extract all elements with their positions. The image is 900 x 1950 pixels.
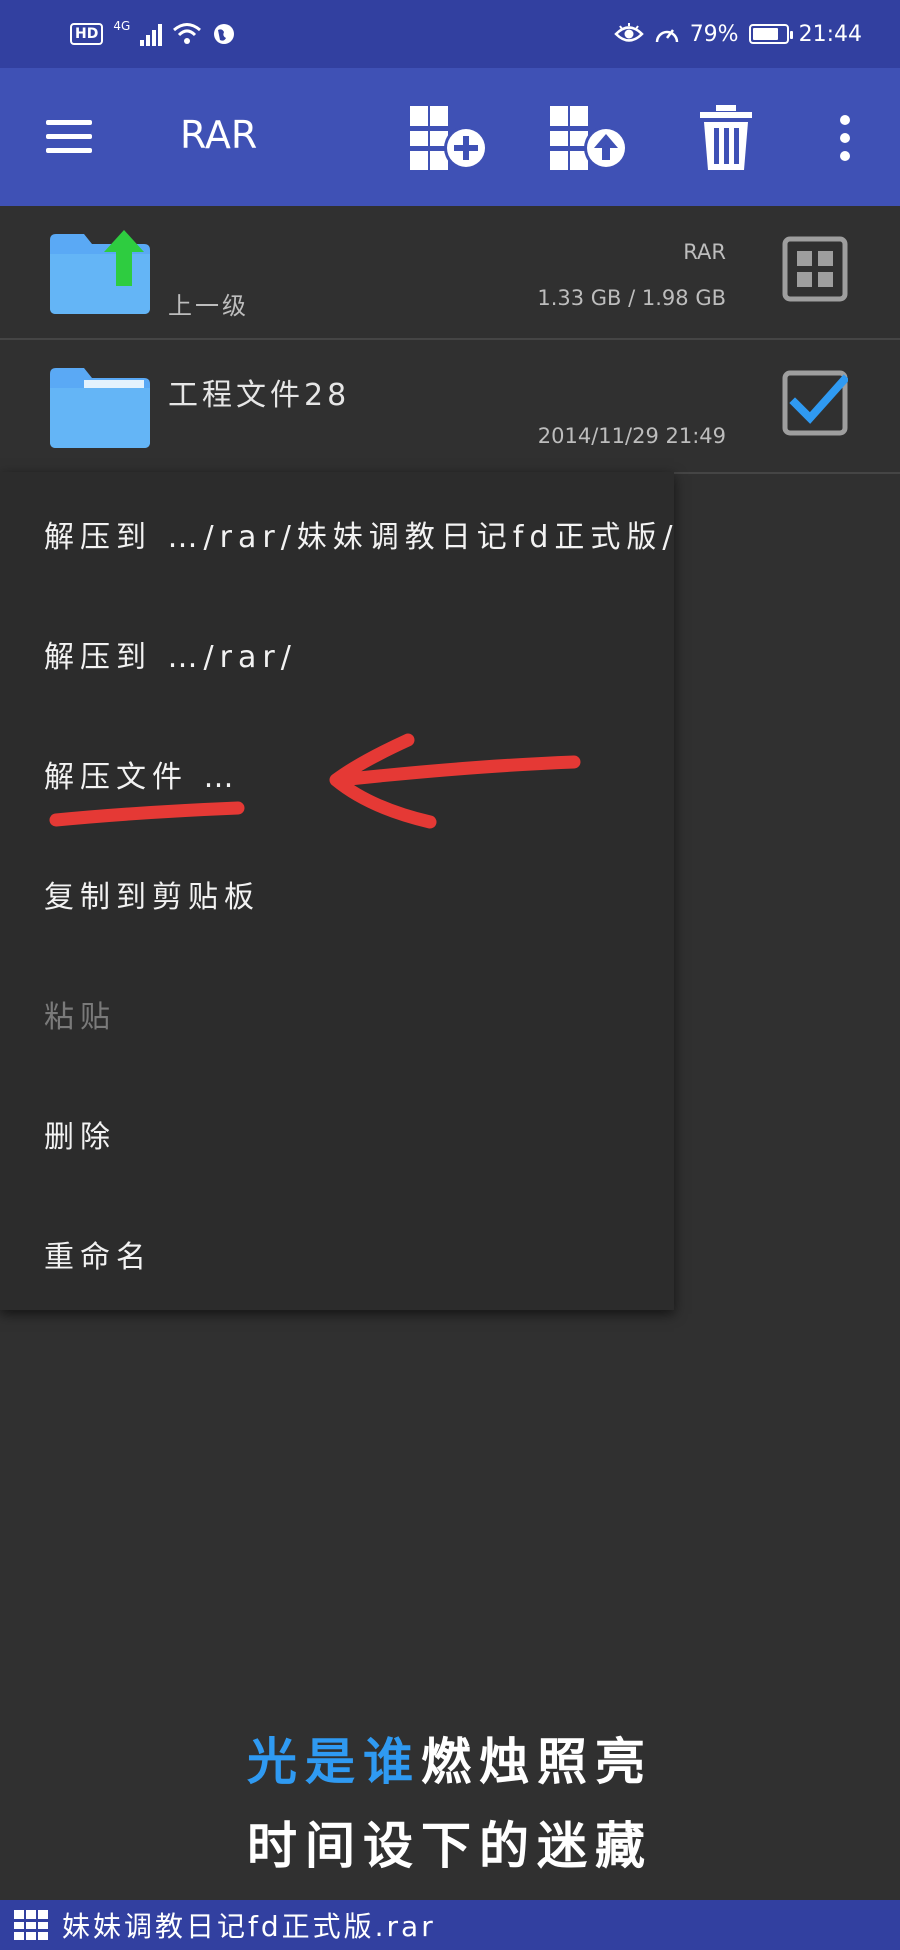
- bottom-bar: 妹妹调教日记fd正式版.rar: [0, 1900, 900, 1950]
- menu-item-rename[interactable]: 重命名: [44, 1232, 152, 1276]
- context-menu: 解压到 …/rar/妹妹调教日记fd正式版/ 解压到 …/rar/ 解压文件 ……: [0, 472, 674, 1310]
- status-right: 79% 21:44: [613, 21, 862, 47]
- add-to-archive-icon[interactable]: [408, 104, 490, 172]
- lyric-highlight: 光是谁: [247, 1733, 421, 1791]
- delete-icon[interactable]: [698, 104, 754, 172]
- storage-usage: 1.33 GB / 1.98 GB: [537, 286, 726, 310]
- current-archive-name: 妹妹调教日记fd正式版.rar: [62, 1910, 436, 1943]
- wifi-icon: [173, 23, 202, 44]
- menu-item-paste: 粘贴: [44, 1000, 116, 1035]
- grid-view-icon[interactable]: [782, 236, 848, 302]
- status-left: HD 4G: [70, 19, 236, 46]
- lyric-line-1: 光是谁燃烛照亮: [0, 1722, 900, 1794]
- menu-item-extract-to-folder[interactable]: 解压到 …/rar/妹妹调教日记fd正式版/: [44, 512, 679, 556]
- folder-name: 工程文件28: [168, 378, 351, 413]
- eye-comfort-icon: [613, 23, 644, 42]
- battery-icon: [748, 24, 793, 44]
- app-title: RAR: [180, 113, 258, 157]
- archive-type: RAR: [683, 240, 726, 264]
- status-bar: HD 4G 79% 21:44: [0, 0, 900, 68]
- menu-item-extract-files[interactable]: 解压文件 …: [44, 752, 240, 796]
- list-item-folder[interactable]: 工程文件28 2014/11/29 21:49: [0, 340, 900, 474]
- battery-percent: 79%: [689, 21, 739, 47]
- parent-label: 上一级: [168, 292, 249, 320]
- folder-up-icon: [50, 230, 150, 314]
- signal-icon: [140, 22, 163, 46]
- more-vert-icon[interactable]: [830, 104, 860, 172]
- network-type: 4G: [113, 19, 131, 33]
- menu-item-delete[interactable]: 删除: [44, 1112, 116, 1156]
- menu-icon[interactable]: [46, 120, 92, 154]
- archive-grid-icon: [14, 1910, 48, 1940]
- clock: 21:44: [798, 21, 862, 47]
- folder-date: 2014/11/29 21:49: [537, 424, 726, 448]
- extract-archive-icon[interactable]: [548, 104, 630, 172]
- hd-badge: HD: [70, 23, 104, 45]
- battery-fill: [752, 28, 778, 40]
- globe-icon: [214, 24, 235, 44]
- menu-item-extract-here[interactable]: 解压到 …/rar/: [44, 632, 297, 676]
- checkbox-checked-icon[interactable]: [782, 370, 850, 436]
- folder-icon: [50, 364, 150, 448]
- lyric-line-2: 时间设下的迷藏: [247, 1817, 653, 1875]
- lyric-rest: 燃烛照亮: [421, 1733, 653, 1791]
- list-item-parent[interactable]: 上一级 RAR 1.33 GB / 1.98 GB: [0, 206, 900, 340]
- menu-item-copy-to-clipboard[interactable]: 复制到剪贴板: [44, 872, 260, 916]
- app-bar: RAR: [0, 68, 900, 206]
- speedometer-icon: [655, 29, 678, 43]
